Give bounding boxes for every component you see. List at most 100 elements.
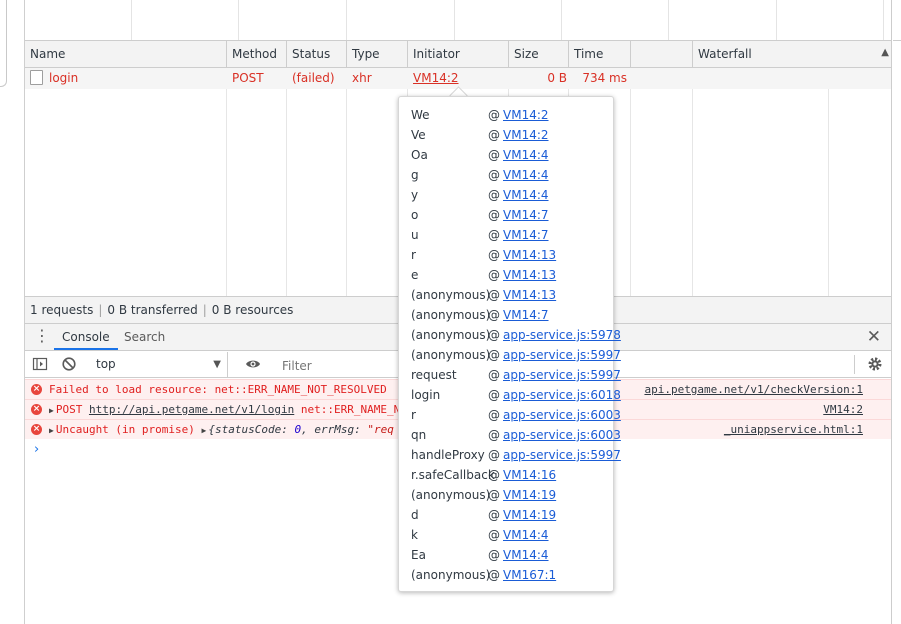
- stack-frame-location-link[interactable]: VM14:13: [503, 245, 556, 265]
- stack-frame-location-link[interactable]: app-service.js:6018: [503, 385, 621, 405]
- stack-frame-location-link[interactable]: VM14:4: [503, 525, 549, 545]
- stack-frame-at: @: [488, 348, 500, 362]
- error-text: ▶ POST http://api.petgame.net/v1/login ne…: [49, 400, 400, 419]
- close-icon[interactable]: ✕: [867, 326, 881, 348]
- expand-triangle-icon[interactable]: ▶: [202, 426, 207, 435]
- stack-frame-at: @: [488, 368, 500, 382]
- stack-frame-at: @: [488, 488, 500, 502]
- column-divider: [346, 68, 347, 296]
- stack-frame-at: @: [488, 248, 500, 262]
- stack-frame-at: @: [488, 408, 500, 422]
- request-status: (failed): [292, 71, 335, 85]
- stack-frame-function: Ve: [411, 128, 426, 142]
- stack-frame-location-link[interactable]: VM14:2: [503, 125, 549, 145]
- stack-frame-at: @: [488, 568, 500, 582]
- overview-divider: [131, 0, 132, 40]
- error-source-link[interactable]: _uniappservice.html:1: [724, 420, 863, 439]
- stack-frame-location-link[interactable]: VM14:7: [503, 305, 549, 325]
- stack-frame-location-link[interactable]: app-service.js:6003: [503, 405, 621, 425]
- stack-frame-location-link[interactable]: VM14:16: [503, 465, 556, 485]
- stack-frame-at: @: [488, 388, 500, 402]
- stack-frame-location-link[interactable]: VM14:7: [503, 225, 549, 245]
- stack-frame-function: (anonymous): [411, 568, 491, 582]
- sidebar-toggle-icon[interactable]: [32, 356, 48, 372]
- stack-frame-location-link[interactable]: VM14:7: [503, 205, 549, 225]
- error-text: ▶ Uncaught (in promise) ▶ {statusCode: 0, …: [49, 420, 394, 439]
- stack-frame-function: Ea: [411, 548, 426, 562]
- column-header-type[interactable]: Type: [347, 41, 408, 67]
- column-divider: [828, 68, 829, 296]
- tab-console[interactable]: Console: [54, 324, 118, 350]
- stack-frame-location-link[interactable]: VM14:2: [503, 105, 549, 125]
- error-url-link[interactable]: http://api.petgame.net/v1/login: [89, 403, 294, 416]
- context-selector[interactable]: top ▼: [88, 352, 228, 377]
- column-header-status[interactable]: Status: [287, 41, 347, 67]
- stack-frame-at: @: [488, 208, 500, 222]
- stack-frame-location-link[interactable]: VM167:1: [503, 565, 556, 585]
- initiator-stack-popover: We @ VM14:2 Ve @ VM14:2 Oa @ VM14:4 g @ VM14:4 y @ VM1…: [398, 96, 621, 592]
- expand-triangle-icon[interactable]: ▶: [49, 406, 54, 415]
- stack-frame-function: r: [411, 408, 416, 422]
- eye-icon[interactable]: [245, 356, 261, 372]
- request-initiator-link[interactable]: VM14:2: [413, 68, 459, 89]
- chevron-down-icon: ▼: [213, 359, 221, 370]
- stack-frame-location-link[interactable]: app-service.js:5997: [503, 365, 621, 385]
- gear-icon[interactable]: [867, 356, 883, 372]
- stack-frame-function: d: [411, 508, 419, 522]
- request-count: 1 requests: [30, 303, 94, 317]
- file-icon: [30, 70, 43, 85]
- stack-frame-location-link[interactable]: VM14:19: [503, 505, 556, 525]
- stack-frame-function: request: [411, 368, 457, 382]
- transferred-size: 0 B transferred: [107, 303, 198, 317]
- stack-frame-function: u: [411, 228, 419, 242]
- object-separator: ,: [301, 423, 315, 436]
- stack-frame-function: (anonymous): [411, 288, 491, 302]
- column-header-method[interactable]: Method: [227, 41, 287, 67]
- stack-frame-location-link[interactable]: app-service.js:5997: [503, 345, 621, 365]
- stack-frame-function: login: [411, 388, 441, 402]
- stack-frame-location-link[interactable]: VM14:13: [503, 285, 556, 305]
- column-header-initiator[interactable]: Initiator: [408, 41, 509, 67]
- more-options-icon[interactable]: ⋮: [34, 327, 50, 345]
- error-source-link[interactable]: api.petgame.net/v1/checkVersion:1: [644, 380, 863, 399]
- stack-frame-at: @: [488, 188, 500, 202]
- sort-ascending-icon[interactable]: ▲: [881, 41, 889, 65]
- stack-frame-location-link[interactable]: app-service.js:5997: [503, 445, 621, 465]
- stack-frame-at: @: [488, 268, 500, 282]
- expand-triangle-icon[interactable]: ▶: [49, 426, 54, 435]
- tab-search[interactable]: Search: [116, 324, 173, 350]
- stack-frame-location-link[interactable]: VM14:4: [503, 145, 549, 165]
- filter-input[interactable]: [278, 354, 414, 377]
- column-header-extra[interactable]: [631, 41, 693, 67]
- stack-frame-location-link[interactable]: app-service.js:6003: [503, 425, 621, 445]
- column-header-name[interactable]: Name: [25, 41, 227, 67]
- clear-console-icon[interactable]: [61, 356, 77, 372]
- stack-frame-location-link[interactable]: app-service.js:5978: [503, 325, 621, 345]
- toolbar-divider: [854, 355, 855, 374]
- object-value: "req: [360, 423, 394, 436]
- left-gutter: [0, 0, 24, 624]
- error-source-link[interactable]: VM14:2: [823, 400, 863, 419]
- column-header-waterfall[interactable]: Waterfall ▲: [693, 41, 891, 67]
- stack-frame-location-link[interactable]: VM14:19: [503, 485, 556, 505]
- stack-frame-location-link[interactable]: VM14:4: [503, 545, 549, 565]
- stack-frame-location-link[interactable]: VM14:13: [503, 265, 556, 285]
- stack-frame-location-link[interactable]: VM14:4: [503, 165, 549, 185]
- right-scrollbar[interactable]: [891, 0, 901, 624]
- stack-frame-location-link[interactable]: VM14:4: [503, 185, 549, 205]
- column-header-time[interactable]: Time: [569, 41, 631, 67]
- stack-frame-at: @: [488, 548, 500, 562]
- stack-frame-at: @: [488, 288, 500, 302]
- network-overview[interactable]: [25, 0, 891, 41]
- column-header-size[interactable]: Size: [509, 41, 569, 67]
- request-name-cell[interactable]: login: [30, 68, 78, 89]
- overview-divider: [561, 0, 562, 40]
- request-type: xhr: [352, 71, 372, 85]
- context-value: top: [96, 357, 116, 371]
- stack-frame-function: Oa: [411, 148, 428, 162]
- stack-frame-function: k: [411, 528, 418, 542]
- console-prompt[interactable]: ›: [34, 442, 39, 457]
- separator: |: [202, 303, 207, 317]
- resources-size: 0 B resources: [211, 303, 294, 317]
- stack-frame-at: @: [488, 308, 500, 322]
